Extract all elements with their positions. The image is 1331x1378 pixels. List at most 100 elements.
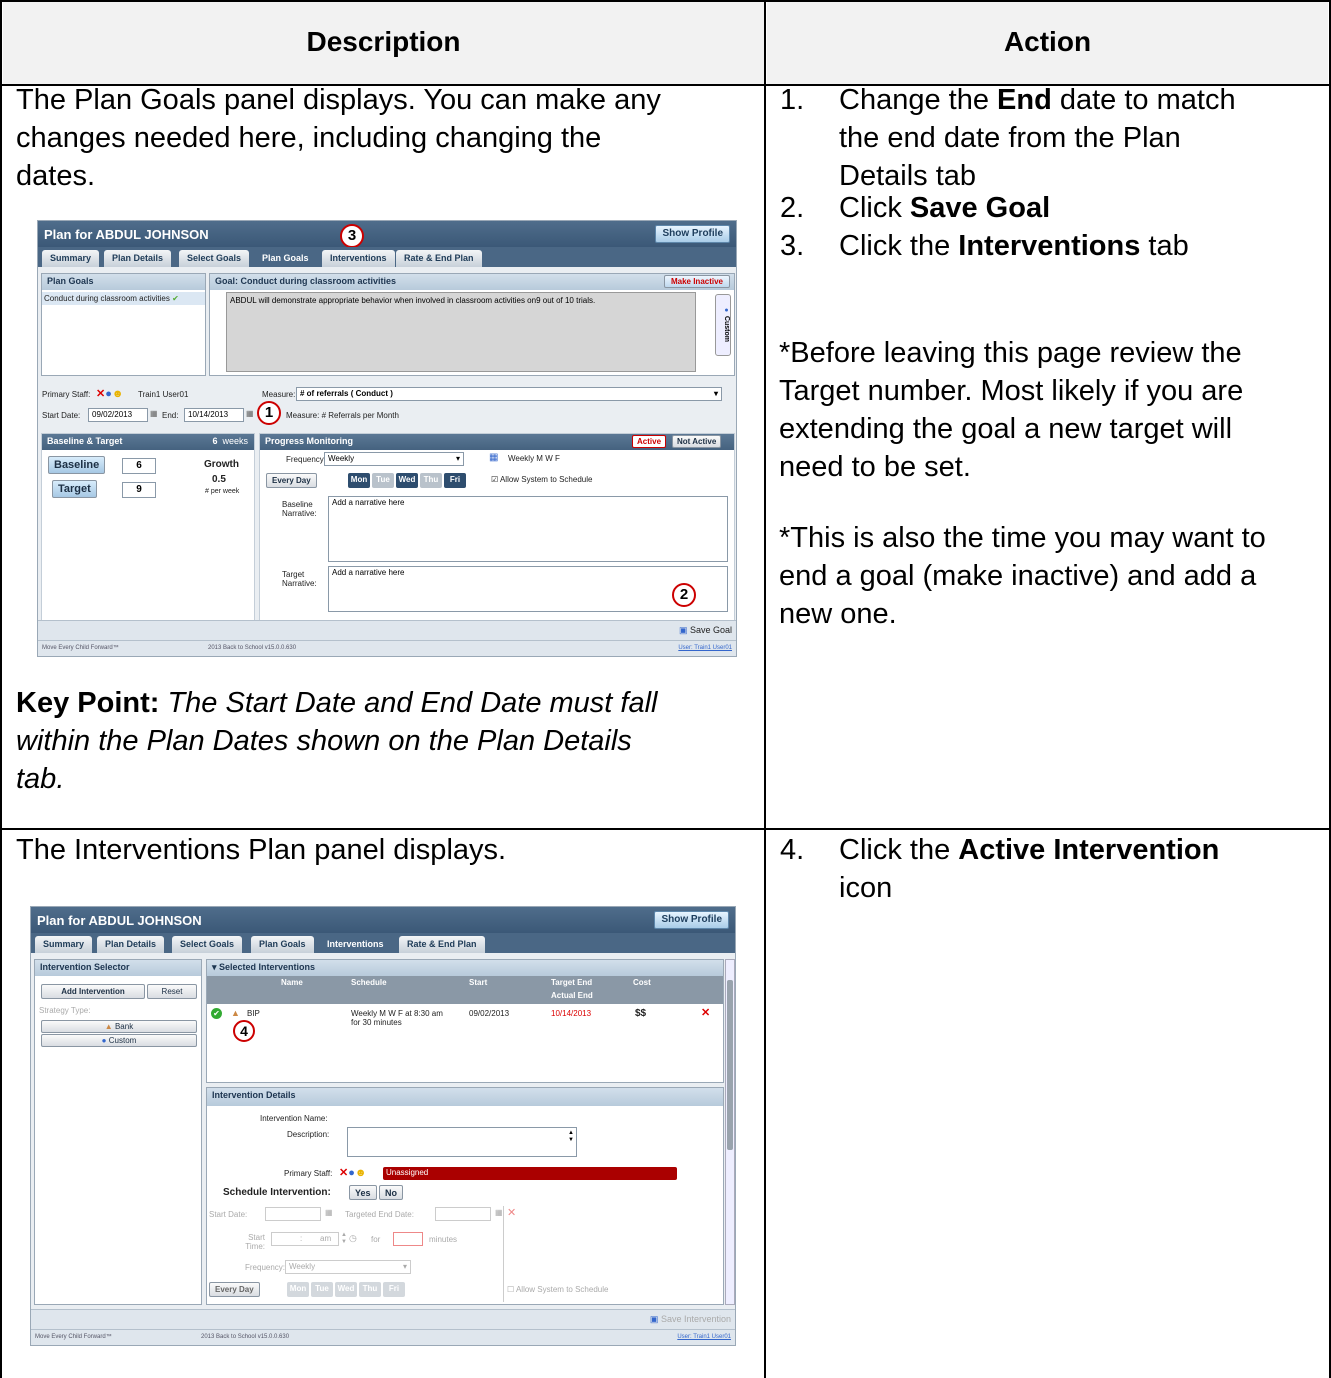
goal-list-item[interactable]: Conduct during classroom activities ✔ <box>42 292 205 305</box>
start-date-field[interactable]: 09/02/2013 <box>88 408 148 422</box>
step-text: Click Save Goal <box>839 189 1050 227</box>
smiley-icon[interactable]: ☻ <box>112 388 124 400</box>
bank-button[interactable]: ▲ Bank <box>41 1020 197 1033</box>
col-cost: Cost <box>633 978 651 987</box>
tab-summary[interactable]: Summary <box>35 936 93 953</box>
baseline-value[interactable]: 6 <box>122 458 156 474</box>
remove-staff-icon[interactable]: ✕ <box>339 1167 348 1179</box>
key-point-line: tab. <box>16 763 65 795</box>
custom-icon: ● <box>723 307 730 315</box>
start-date-field[interactable] <box>265 1207 321 1221</box>
tab-rate-end-plan[interactable]: Rate & End Plan <box>399 936 485 953</box>
save-bar: ▣ Save Intervention <box>31 1309 735 1329</box>
goal-text-area[interactable]: ABDUL will demonstrate appropriate behav… <box>226 292 696 372</box>
save-icon: ▣ <box>649 1314 659 1324</box>
make-inactive-button[interactable]: Make Inactive <box>663 275 730 288</box>
targeted-end-field[interactable] <box>435 1207 491 1221</box>
day-fri[interactable]: Fri <box>444 473 466 488</box>
description-field[interactable]: ▲ ▼ <box>347 1127 577 1157</box>
day-wed[interactable]: Wed <box>335 1282 357 1297</box>
active-intervention-icon[interactable]: ✔ <box>211 1008 222 1019</box>
active-button[interactable]: Active <box>632 435 667 448</box>
remove-staff-icon[interactable]: ✕ <box>96 388 105 400</box>
allow-schedule-checkbox[interactable]: ☐ Allow System to Schedule <box>507 1285 608 1294</box>
footer-user-link[interactable]: User: Train1 User01 <box>678 645 732 651</box>
row1-steps: 1. Change the End date to match the end … <box>780 81 1320 281</box>
day-mon[interactable]: Mon <box>348 473 370 488</box>
staff-search-icon[interactable]: ● <box>348 1167 355 1179</box>
day-tue[interactable]: Tue <box>311 1282 333 1297</box>
bank-icon: ▲ <box>104 1022 113 1031</box>
step-number: 4. <box>780 834 805 866</box>
day-thu[interactable]: Thu <box>359 1282 381 1297</box>
step-text: Click the Active Intervention icon <box>839 831 1299 907</box>
baseline-button[interactable]: Baseline <box>48 456 106 474</box>
chevron-down-icon: ▾ <box>402 1262 407 1271</box>
tab-select-goals[interactable]: Select Goals <box>172 936 243 953</box>
delete-icon[interactable]: ✕ <box>701 1006 710 1019</box>
day-tue[interactable]: Tue <box>372 473 394 488</box>
save-intervention-button[interactable]: ▣ Save Intervention <box>650 1314 731 1325</box>
tab-plan-goals[interactable]: Plan Goals <box>254 250 317 267</box>
tab-interventions[interactable]: Interventions <box>322 250 395 267</box>
calendar-icon[interactable]: ▦ <box>495 1208 503 1217</box>
time-spinner-icon[interactable]: ▲ ▼ <box>341 1232 347 1246</box>
footer-user-link[interactable]: User: Train1 User01 <box>677 1334 731 1340</box>
time-sep: : <box>300 1234 303 1243</box>
tab-rate-end-plan[interactable]: Rate & End Plan <box>396 250 482 267</box>
show-profile-button[interactable]: Show Profile <box>654 911 729 929</box>
target-button[interactable]: Target <box>52 480 97 498</box>
selector-header: Intervention Selector <box>35 960 201 976</box>
every-day-button[interactable]: Every Day <box>209 1282 260 1297</box>
step-number: 1. <box>780 84 805 116</box>
tab-interventions[interactable]: Interventions <box>319 936 392 953</box>
reset-button[interactable]: Reset <box>147 984 197 999</box>
tab-summary[interactable]: Summary <box>42 250 100 267</box>
yes-button[interactable]: Yes <box>349 1185 377 1200</box>
row-cost: $$ <box>635 1008 647 1019</box>
tab-select-goals[interactable]: Select Goals <box>179 250 250 267</box>
scrollbar-thumb[interactable] <box>727 980 733 1150</box>
baseline-narrative-field[interactable]: Add a narrative here <box>328 496 728 562</box>
smiley-icon[interactable]: ☻ <box>355 1167 367 1179</box>
step-text-part: Click the <box>839 834 959 866</box>
target-value[interactable]: 9 <box>122 482 156 498</box>
calendar-icon[interactable]: ▦ <box>325 1208 333 1217</box>
frequency-select[interactable]: Weekly ▾ <box>285 1260 411 1274</box>
unassigned-bar[interactable]: Unassigned <box>383 1167 677 1180</box>
tab-strip: Summary Plan Details Select Goals Plan G… <box>38 247 736 267</box>
day-wed[interactable]: Wed <box>396 473 418 488</box>
minutes-field[interactable] <box>393 1232 423 1246</box>
save-icon: ▣ <box>678 625 688 635</box>
end-date-field[interactable]: 10/14/2013 <box>184 408 244 422</box>
staff-search-icon[interactable]: ● <box>105 388 112 400</box>
target-narrative-field[interactable]: Add a narrative here <box>328 566 728 612</box>
tab-plan-details[interactable]: Plan Details <box>97 936 165 953</box>
start-time-field[interactable]: : am <box>271 1232 339 1246</box>
vertical-scrollbar[interactable] <box>725 959 735 1305</box>
show-profile-button[interactable]: Show Profile <box>655 225 730 243</box>
tab-plan-goals[interactable]: Plan Goals <box>251 936 314 953</box>
save-goal-button[interactable]: ▣ Save Goal <box>679 625 732 636</box>
not-active-button[interactable]: Not Active <box>672 435 722 448</box>
custom-tab[interactable]: ● Custom <box>715 294 731 356</box>
calendar-icon[interactable]: ▦ <box>150 409 158 418</box>
day-fri[interactable]: Fri <box>383 1282 405 1297</box>
day-thu[interactable]: Thu <box>420 473 442 488</box>
tab-plan-details[interactable]: Plan Details <box>104 250 172 267</box>
row1-desc-line: dates. <box>16 160 95 192</box>
day-mon[interactable]: Mon <box>287 1282 309 1297</box>
calendar-icon[interactable]: ▦ <box>246 409 254 418</box>
custom-button[interactable]: ● Custom <box>41 1034 197 1047</box>
no-button[interactable]: No <box>379 1185 403 1200</box>
step-text: Click the Interventions tab <box>839 227 1189 265</box>
frequency-select[interactable]: Weekly ▾ <box>324 452 464 466</box>
add-intervention-button[interactable]: Add Intervention <box>41 984 145 999</box>
measure-select[interactable]: # of referrals ( Conduct ) ▾ <box>296 387 722 401</box>
frequency-value: Weekly <box>328 454 355 463</box>
allow-schedule-checkbox[interactable]: ☑ Allow System to Schedule <box>491 475 592 484</box>
clear-date-icon[interactable]: ✕ <box>507 1206 516 1219</box>
note-line: *This is also the time you may want to <box>779 522 1266 554</box>
intervention-row[interactable]: ✔ ▲ BIP Weekly M W F at 8:30 am for 30 m… <box>207 1006 723 1038</box>
every-day-button[interactable]: Every Day <box>266 473 317 488</box>
